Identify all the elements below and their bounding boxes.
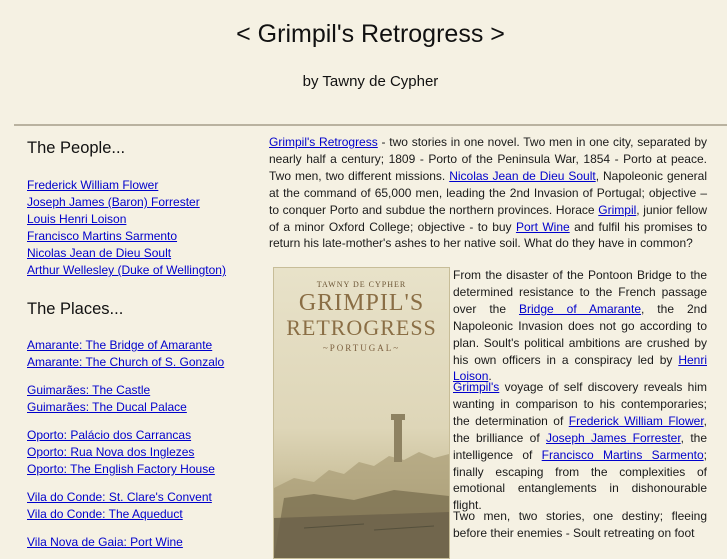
left-frame-border [0, 0, 14, 545]
person-link-sarmento[interactable]: Francisco Martins Sarmento [27, 228, 257, 245]
people-list: Frederick William Flower Joseph James (B… [27, 177, 257, 279]
para4-text-1: Two men, two stories, one destiny; fleei… [453, 509, 707, 540]
page-title: < Grimpil's Retrogress > [236, 20, 505, 48]
link-soult[interactable]: Nicolas Jean de Dieu Soult [449, 169, 596, 183]
place-link-vila-conde-aqueduct[interactable]: Vila do Conde: The Aqueduct [27, 506, 257, 523]
link-port-wine[interactable]: Port Wine [516, 220, 570, 234]
cover-cityscape-illustration [274, 414, 449, 558]
person-link-soult[interactable]: Nicolas Jean de Dieu Soult [27, 245, 257, 262]
place-link-oporto-carrancas[interactable]: Oporto: Palácio dos Carrancas [27, 427, 257, 444]
place-link-amarante-bridge[interactable]: Amarante: The Bridge of Amarante [27, 337, 257, 354]
cover-title-line2: RETROGRESS [286, 315, 437, 340]
link-joseph-james-forrester[interactable]: Joseph James Forrester [546, 431, 681, 445]
place-link-guimaraes-castle[interactable]: Guimarães: The Castle [27, 382, 257, 399]
place-link-oporto-factory-house[interactable]: Oporto: The English Factory House [27, 461, 257, 478]
cover-title-line1: GRIMPIL'S [298, 290, 425, 316]
link-grimpil[interactable]: Grimpil [598, 203, 636, 217]
paragraph-invasion: From the disaster of the Pontoon Bridge … [453, 267, 707, 385]
cover-subtitle: ~PORTUGAL~ [322, 343, 401, 353]
places-list: Amarante: The Bridge of Amarante Amarant… [27, 337, 257, 551]
cover-author: TAWNY DE CYPHER [316, 280, 407, 289]
place-link-oporto-rua-nova[interactable]: Oporto: Rua Nova dos Inglezes [27, 444, 257, 461]
people-heading: The People... [27, 139, 126, 157]
link-grimpils[interactable]: Grimpil's [453, 380, 499, 394]
person-link-flower[interactable]: Frederick William Flower [27, 177, 257, 194]
link-grimpils-retrogress[interactable]: Grimpil's Retrogress [269, 135, 378, 149]
paragraph-voyage: Grimpil's voyage of self discovery revea… [453, 379, 707, 514]
person-link-wellesley[interactable]: Arthur Wellesley (Duke of Wellington) [27, 262, 257, 279]
link-bridge-of-amarante[interactable]: Bridge of Amarante [519, 302, 641, 316]
place-link-guimaraes-palace[interactable]: Guimarães: The Ducal Palace [27, 399, 257, 416]
link-francisco-martins-sarmento[interactable]: Francisco Martins Sarmento [542, 448, 704, 462]
link-frederick-william-flower[interactable]: Frederick William Flower [569, 414, 704, 428]
places-heading: The Places... [27, 300, 124, 318]
place-link-amarante-church[interactable]: Amarante: The Church of S. Gonzalo [27, 354, 257, 371]
person-link-loison[interactable]: Louis Henri Loison [27, 211, 257, 228]
place-link-gaia-port-wine[interactable]: Vila Nova de Gaia: Port Wine [27, 534, 257, 551]
header: < Grimpil's Retrogress > by Tawny de Cyp… [14, 0, 727, 124]
author-byline: by Tawny de Cypher [302, 73, 439, 90]
person-link-forrester[interactable]: Joseph James (Baron) Forrester [27, 194, 257, 211]
sidebar: The People... Frederick William Flower J… [14, 126, 257, 549]
place-link-vila-conde-convent[interactable]: Vila do Conde: St. Clare's Convent [27, 489, 257, 506]
paragraph-destiny: Two men, two stories, one destiny; fleei… [453, 508, 707, 542]
book-cover-image: TAWNY DE CYPHER GRIMPIL'S RETROGRESS ~PO… [273, 267, 450, 559]
intro-paragraph: Grimpil's Retrogress - two stories in on… [269, 134, 707, 252]
